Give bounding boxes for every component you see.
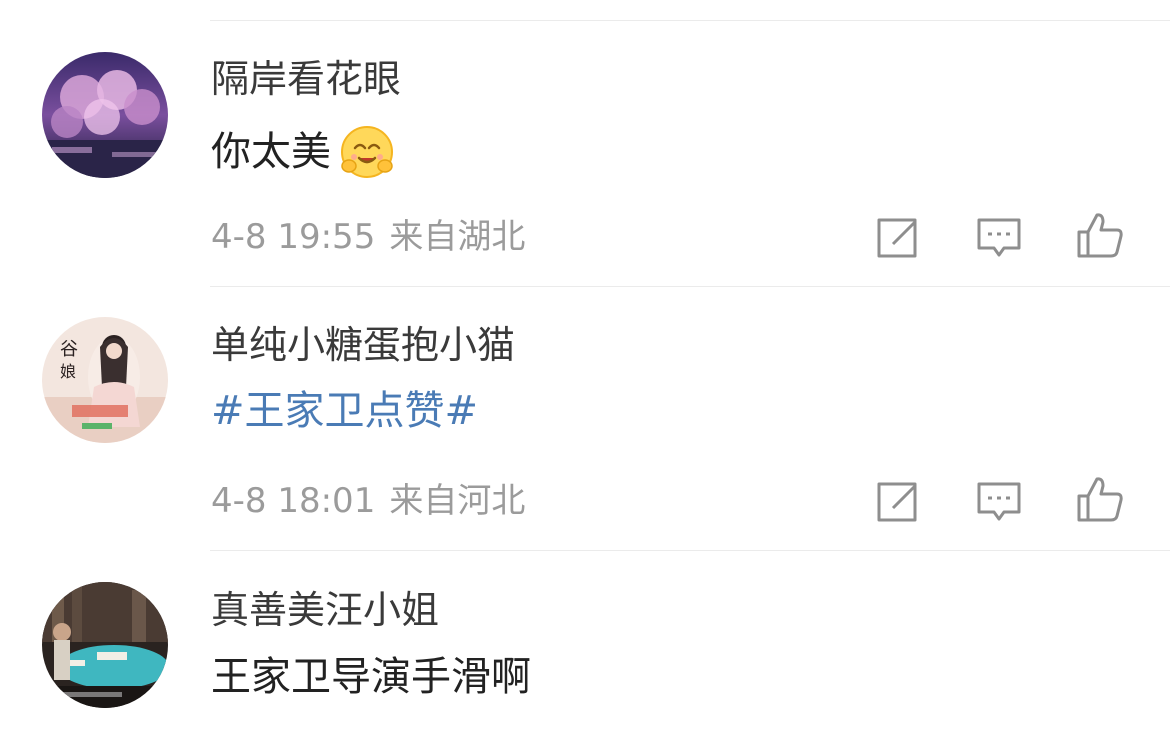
- share-icon[interactable]: [873, 476, 923, 526]
- username[interactable]: 真善美汪小姐: [211, 591, 439, 629]
- svg-text:娘: 娘: [60, 362, 76, 381]
- avatar[interactable]: 谷 娘: [42, 317, 168, 443]
- like-icon[interactable]: [1075, 474, 1125, 524]
- username[interactable]: 单纯小糖蛋抱小猫: [211, 326, 515, 364]
- comment-icon[interactable]: [974, 476, 1024, 526]
- comment-text: 王家卫导演手滑啊: [211, 654, 531, 700]
- divider: [210, 550, 1170, 551]
- comment-time: 4-8 18:01: [211, 481, 376, 521]
- share-icon[interactable]: [873, 212, 923, 262]
- comment-meta: 4-8 18:01 来自河北: [211, 484, 525, 518]
- comment-text: 你太美: [211, 124, 395, 180]
- divider: [210, 286, 1170, 287]
- hugging-face-emoji-icon: [339, 124, 395, 180]
- comment-location: 来自河北: [389, 481, 526, 521]
- hashtag-link[interactable]: #王家卫点赞#: [211, 391, 478, 431]
- comment-icon[interactable]: [974, 212, 1024, 262]
- comment-location: 来自湖北: [389, 217, 526, 257]
- avatar[interactable]: [42, 52, 168, 178]
- svg-text:谷: 谷: [60, 339, 78, 360]
- comment-time: 4-8 19:55: [211, 217, 376, 257]
- like-icon[interactable]: [1075, 210, 1125, 260]
- divider: [210, 20, 1170, 21]
- comment-meta: 4-8 19:55 来自湖北: [211, 220, 525, 254]
- username[interactable]: 隔岸看花眼: [211, 60, 401, 98]
- comment-text-content: 你太美: [211, 129, 331, 175]
- avatar[interactable]: [42, 582, 168, 708]
